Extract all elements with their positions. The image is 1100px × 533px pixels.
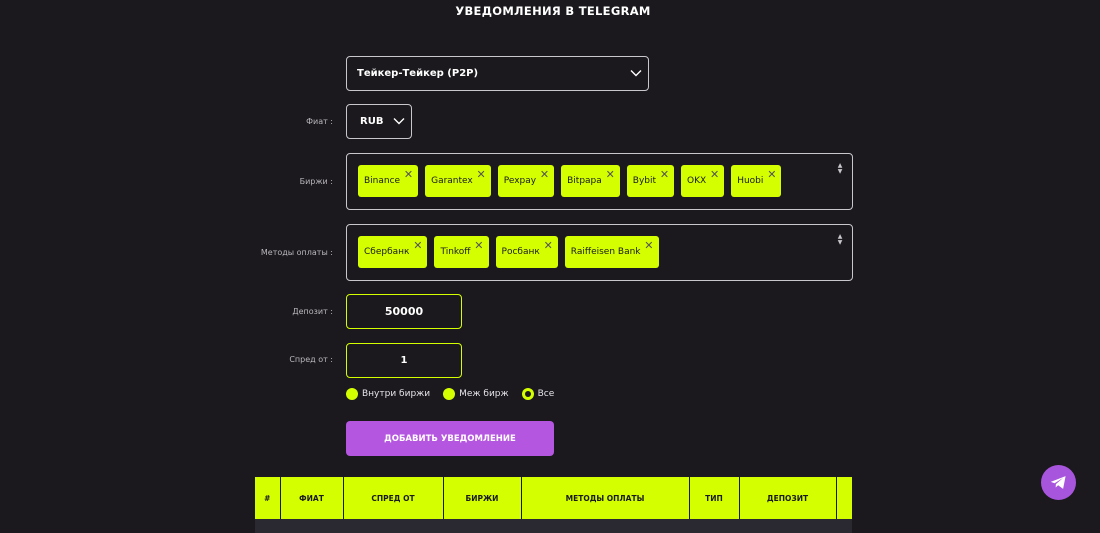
exchanges-label: Биржи : [299, 177, 333, 186]
tag-chip[interactable]: Сбербанк ✕ [358, 236, 428, 268]
radio-label: Внутри биржи [362, 389, 431, 399]
updown-arrows-icon[interactable]: ▲ ▼ [837, 234, 843, 246]
payment-tag-list: Сбербанк ✕ Tinkoff ✕ Росбанк ✕ Raiffeisen Bank… [358, 236, 659, 268]
radio-inside-exchange[interactable]: Внутри биржи [346, 388, 430, 400]
column-header-fiat: ФИАТ [280, 477, 344, 519]
tag-chip[interactable]: Garantex ✕ [425, 165, 491, 197]
radio-dot-selected [521, 388, 534, 400]
close-icon[interactable]: ✕ [474, 240, 483, 251]
tag-chip[interactable]: Pexpay ✕ [497, 165, 555, 197]
alerts-table: # ФИАТ СПРЕД ОТ БИРЖИ МЕТОДЫ ОПЛАТЫ ТИП … [255, 477, 853, 519]
tag-chip[interactable]: Bybit ✕ [626, 165, 675, 197]
table-header-row: # ФИАТ СПРЕД ОТ БИРЖИ МЕТОДЫ ОПЛАТЫ ТИП … [255, 477, 853, 519]
tag-label: Huobi [737, 176, 764, 186]
tag-chip[interactable]: Raiffeisen Bank ✕ [564, 236, 659, 268]
deposit-input[interactable] [346, 294, 462, 329]
tag-label: Tinkoff [440, 247, 471, 257]
radio-dot [443, 388, 456, 400]
scope-radio-group: Внутри биржи Меж бирж Все [346, 388, 567, 400]
close-icon[interactable]: ✕ [544, 240, 553, 251]
tag-chip[interactable]: Росбанк ✕ [495, 236, 558, 268]
deposit-label: Депозит : [292, 307, 333, 316]
close-icon[interactable]: ✕ [710, 169, 719, 180]
close-icon[interactable]: ✕ [477, 169, 486, 180]
column-header-deposit: ДЕПОЗИТ [739, 477, 837, 519]
column-header-actions [836, 477, 853, 519]
radio-dot [346, 388, 358, 400]
radio-label: Все [537, 389, 555, 399]
column-header-type: ТИП [689, 477, 740, 519]
spread-label: Спред от : [289, 355, 333, 364]
payment-methods-label: Методы оплаты : [260, 248, 333, 257]
close-icon[interactable]: ✕ [660, 169, 669, 180]
tag-label: Bybit [632, 176, 657, 186]
chevron-down-icon [393, 117, 405, 124]
tag-chip[interactable]: Tinkoff ✕ [434, 236, 489, 268]
tag-chip[interactable]: Bitpapa ✕ [561, 165, 620, 197]
tag-label: Binance [364, 176, 401, 186]
column-header-index: # [255, 477, 281, 519]
radio-between-exchanges[interactable]: Меж бирж [443, 388, 509, 400]
close-icon[interactable]: ✕ [644, 240, 653, 251]
updown-arrows-icon[interactable]: ▲ ▼ [837, 163, 843, 175]
tag-label: Bitpapa [567, 176, 602, 186]
mode-select[interactable]: Тейкер-Тейкер (P2P) [346, 56, 649, 91]
add-notification-button[interactable]: ДОБАВИТЬ УВЕДОМЛЕНИЕ [346, 421, 554, 456]
fiat-select[interactable]: RUB [346, 104, 412, 139]
fiat-select-value: RUB [360, 116, 384, 127]
radio-all[interactable]: Все [521, 388, 555, 400]
tag-label: OKX [687, 176, 707, 186]
mode-select-value: Тейкер-Тейкер (P2P) [357, 68, 479, 79]
close-icon[interactable]: ✕ [540, 169, 549, 180]
telegram-icon [1050, 476, 1066, 489]
column-header-payment-methods: МЕТОДЫ ОПЛАТЫ [521, 477, 690, 519]
spread-input[interactable] [346, 343, 462, 378]
close-icon[interactable]: ✕ [606, 169, 615, 180]
chevron-down-icon [630, 69, 642, 76]
close-icon[interactable]: ✕ [767, 169, 776, 180]
close-icon[interactable]: ✕ [404, 169, 413, 180]
fiat-label: Фиат : [306, 117, 333, 126]
column-header-exchanges: БИРЖИ [443, 477, 522, 519]
page-title: УВЕДОМЛЕНИЯ В TELEGRAM [455, 4, 651, 18]
exchange-tag-list: Binance ✕ Garantex ✕ Pexpay ✕ Bitpapa ✕ Bybit ✕ OK… [358, 165, 782, 197]
tag-label: Raiffeisen Bank [570, 247, 641, 257]
exchanges-multiselect[interactable]: Binance ✕ Garantex ✕ Pexpay ✕ Bitpapa ✕ Bybit ✕ OK… [346, 153, 853, 210]
tag-label: Garantex [431, 176, 473, 186]
tag-label: Сбербанк [364, 247, 410, 257]
alerts-table-container: # ФИАТ СПРЕД ОТ БИРЖИ МЕТОДЫ ОПЛАТЫ ТИП … [255, 477, 853, 533]
tag-chip[interactable]: Huobi ✕ [731, 165, 782, 197]
tag-chip[interactable]: Binance ✕ [358, 165, 419, 197]
close-icon[interactable]: ✕ [413, 240, 422, 251]
telegram-fab-button[interactable] [1041, 465, 1076, 500]
tag-label: Pexpay [503, 176, 537, 186]
tag-label: Росбанк [501, 247, 540, 257]
column-header-spread: СПРЕД ОТ [343, 477, 444, 519]
radio-label: Меж бирж [459, 389, 509, 399]
tag-chip[interactable]: OKX ✕ [681, 165, 725, 197]
payment-methods-multiselect[interactable]: Сбербанк ✕ Tinkoff ✕ Росбанк ✕ Raiffeisen Bank… [346, 224, 853, 281]
